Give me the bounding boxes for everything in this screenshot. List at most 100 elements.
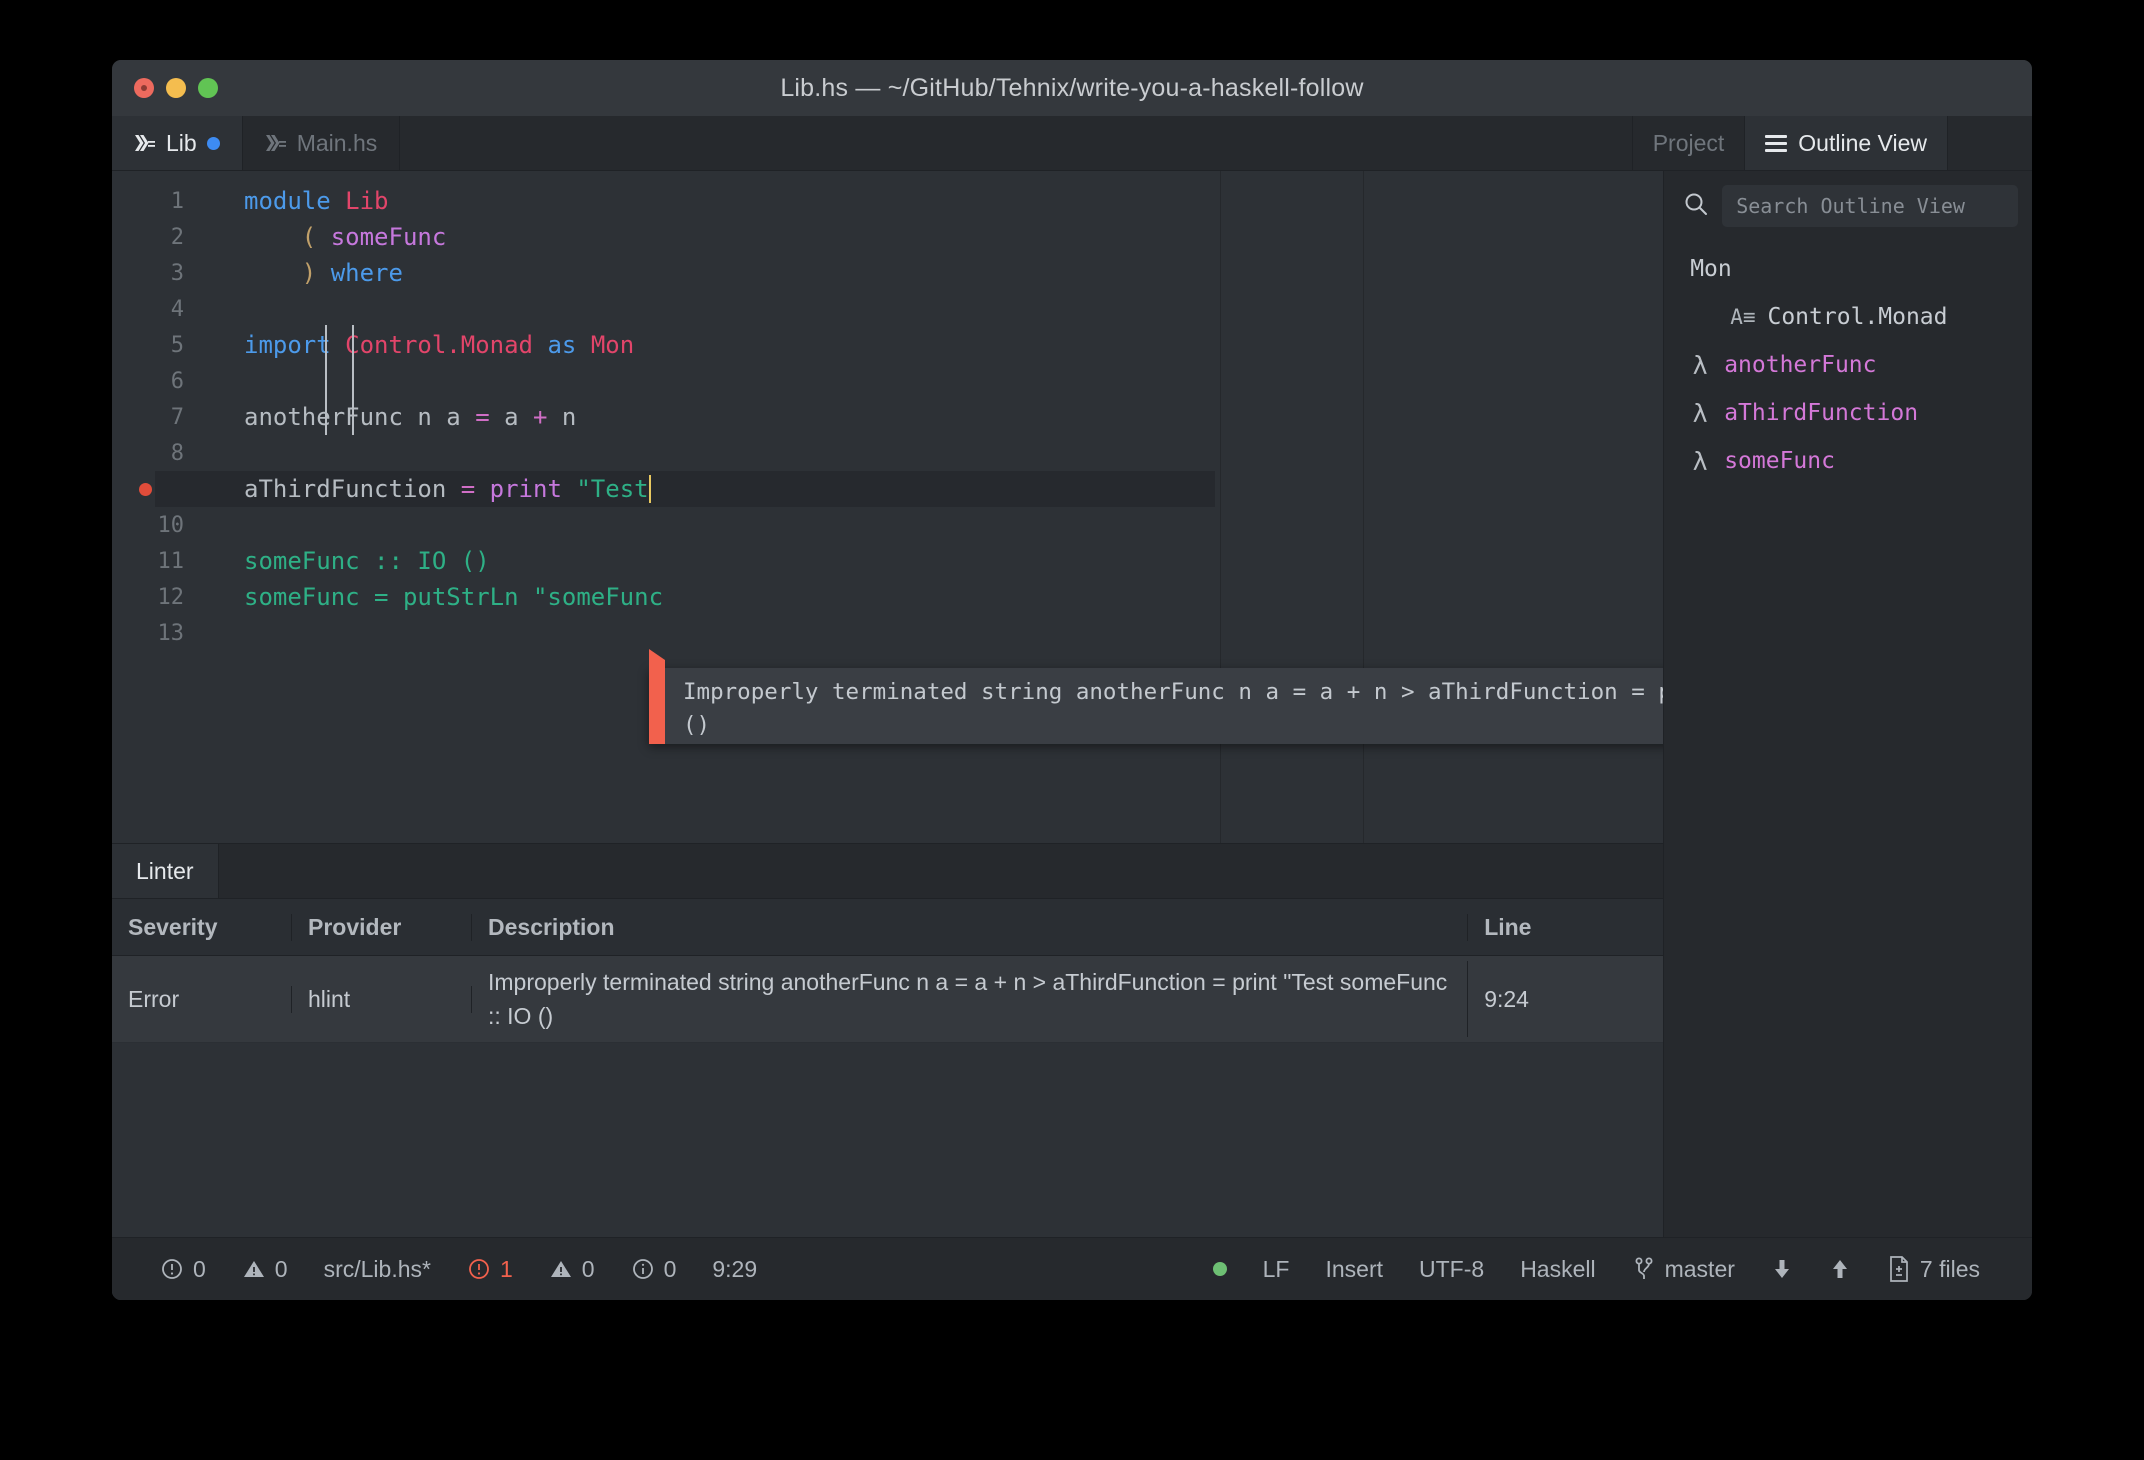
outline-item-somefunc[interactable]: λ someFunc xyxy=(1664,437,2032,485)
tab-project[interactable]: Project xyxy=(1633,116,1746,170)
code-token: import xyxy=(244,331,331,359)
status-item-status-dot[interactable] xyxy=(1195,1262,1245,1276)
code-line[interactable]: 2 ( someFunc xyxy=(112,219,1663,255)
indent-guide xyxy=(325,325,327,435)
outline-item-control-monad[interactable]: A≡ Control.Monad xyxy=(1664,293,2032,341)
column-header-severity[interactable]: Severity xyxy=(112,913,292,941)
list-icon xyxy=(1765,134,1788,152)
status-item-arrow-down[interactable] xyxy=(1753,1257,1811,1281)
outline-item-athirdfunction[interactable]: λ aThirdFunction xyxy=(1664,389,2032,437)
status-item-arrow-up[interactable] xyxy=(1811,1257,1869,1281)
outline-item-anotherfunc[interactable]: λ anotherFunc xyxy=(1664,341,2032,389)
line-content: import Control.Monad as Mon xyxy=(198,331,634,359)
outline-item-mon[interactable]: Mon xyxy=(1664,245,2032,293)
column-header-provider[interactable]: Provider xyxy=(292,913,472,941)
minimize-button[interactable] xyxy=(166,78,186,98)
line-number: 6 xyxy=(170,368,184,394)
cell-line: 9:24 xyxy=(1484,985,1529,1012)
status-item-git-branch[interactable]: master xyxy=(1614,1256,1753,1283)
status-item-error-circle[interactable]: 1 xyxy=(449,1256,531,1283)
status-bar-right: LF Insert UTF-8 Haskell master 7 files xyxy=(1195,1255,2032,1283)
status-item-haskell[interactable]: Haskell xyxy=(1502,1256,1613,1283)
line-content: module Lib xyxy=(198,187,389,215)
tab-label: Lib xyxy=(166,129,197,156)
status-item-info-circle[interactable]: 0 xyxy=(613,1256,695,1283)
cell-provider: hlint xyxy=(292,985,472,1013)
status-item-label: Haskell xyxy=(1520,1255,1596,1282)
tab-linter[interactable]: Linter xyxy=(112,844,219,898)
code-line[interactable]: 9aThirdFunction = print "Test xyxy=(112,471,1663,507)
code-line[interactable]: 7 anotherFunc n a = a + n xyxy=(112,399,1663,435)
window-titlebar: Lib.hs — ~/GitHub/Tehnix/write-you-a-has… xyxy=(112,60,2032,116)
module-icon: A≡ xyxy=(1730,305,1756,329)
lambda-icon: λ xyxy=(1692,350,1708,380)
warning-triangle-icon xyxy=(549,1257,573,1281)
line-content: anotherFunc n a = a + n xyxy=(198,403,576,431)
code-line[interactable]: 13 xyxy=(112,615,1663,651)
line-content: ( someFunc xyxy=(198,223,447,251)
code-token: aThirdFunction xyxy=(244,475,461,503)
outline-item-label: aThirdFunction xyxy=(1724,400,1919,426)
outline-list: Mon A≡ Control.Monad λ anotherFunc λ aThirdFun… xyxy=(1664,237,2032,485)
code-token: anotherFunc n a xyxy=(244,403,476,431)
line-number: 11 xyxy=(157,548,185,574)
code-line[interactable]: 1 module Lib xyxy=(112,183,1663,219)
line-content: someFunc = putStrLn "someFunc xyxy=(198,583,663,611)
status-item-9-29[interactable]: 9:29 xyxy=(694,1256,775,1283)
lambda-icon: λ xyxy=(1692,446,1708,476)
indent-guide xyxy=(352,325,354,435)
linter-table: Severity Provider Description Line Error… xyxy=(112,899,1664,1043)
status-item-warning-triangle[interactable]: 0 xyxy=(531,1256,613,1283)
column-header-description[interactable]: Description xyxy=(472,913,1469,941)
tab-outline-view[interactable]: Outline View xyxy=(1745,116,1948,170)
arrow-down-icon xyxy=(1771,1257,1793,1281)
breakpoint-icon[interactable] xyxy=(139,483,152,496)
code-line[interactable]: 4 xyxy=(112,291,1663,327)
code-line[interactable]: 8 xyxy=(112,435,1663,471)
zoom-button[interactable] xyxy=(198,78,218,98)
column-header-line[interactable]: Line xyxy=(1468,914,1663,941)
code-token: Mon xyxy=(590,331,635,359)
status-item-label: LF xyxy=(1262,1255,1290,1282)
status-item-warning-triangle[interactable]: 0 xyxy=(224,1256,306,1283)
code-token: where xyxy=(330,259,403,287)
cell-description: Improperly terminated string anotherFunc… xyxy=(472,961,1469,1037)
code-line[interactable]: 6 xyxy=(112,363,1663,399)
code-token: ) xyxy=(301,259,317,287)
dock-tab-label: Outline View xyxy=(1798,129,1927,156)
status-item-utf-8[interactable]: UTF-8 xyxy=(1401,1256,1502,1283)
code-token: someFunc xyxy=(330,223,447,251)
outline-view-panel: Mon A≡ Control.Monad λ anotherFunc λ aThirdFun… xyxy=(1663,171,2032,1300)
tab-lib[interactable]: Lib xyxy=(112,116,243,170)
tab-bar: Lib Main.hs Project Outline View xyxy=(112,116,2032,171)
status-item-src-lib-hs-[interactable]: src/Lib.hs* xyxy=(306,1256,449,1283)
status-item-file-diff[interactable]: 7 files xyxy=(1869,1255,1998,1283)
line-number: 3 xyxy=(170,260,184,286)
code-line[interactable]: 10 xyxy=(112,507,1663,543)
status-item-label: UTF-8 xyxy=(1419,1255,1485,1282)
code-line[interactable]: 12 someFunc = putStrLn "someFunc xyxy=(112,579,1663,615)
search-icon xyxy=(1682,190,1710,223)
screenshot-root: Lib.hs — ~/GitHub/Tehnix/write-you-a-has… xyxy=(0,0,2144,1460)
close-button[interactable] xyxy=(134,78,154,98)
status-item-label: master xyxy=(1664,1255,1735,1282)
window-title: Lib.hs — ~/GitHub/Tehnix/write-you-a-has… xyxy=(780,73,1364,102)
window-body: 1 module Lib 2 ( someFunc 3 ) where 4 5 import… xyxy=(112,171,2032,1300)
dock-tab-bar: Project Outline View xyxy=(1631,116,2032,170)
tab-main-hs[interactable]: Main.hs xyxy=(243,116,401,170)
dock-tab-label: Project xyxy=(1652,129,1725,156)
status-item-lf[interactable]: LF xyxy=(1245,1256,1308,1283)
table-row[interactable]: Error hlint Improperly terminated string… xyxy=(112,956,1664,1043)
outline-search-row xyxy=(1664,171,2032,237)
code-line[interactable]: 5 import Control.Monad as Mon xyxy=(112,327,1663,363)
code-area[interactable]: 1 module Lib 2 ( someFunc 3 ) where 4 5 import… xyxy=(112,171,1663,651)
code-line[interactable]: 3 ) where xyxy=(112,255,1663,291)
status-item-exclamation-circle[interactable]: 0 xyxy=(142,1256,224,1283)
search-input[interactable] xyxy=(1722,185,2018,227)
code-editor[interactable]: 1 module Lib 2 ( someFunc 3 ) where 4 5 import… xyxy=(112,171,1664,843)
dock-tab-spacer xyxy=(1948,116,2032,170)
code-line[interactable]: 11 someFunc :: IO () xyxy=(112,543,1663,579)
status-item-insert[interactable]: Insert xyxy=(1307,1256,1401,1283)
